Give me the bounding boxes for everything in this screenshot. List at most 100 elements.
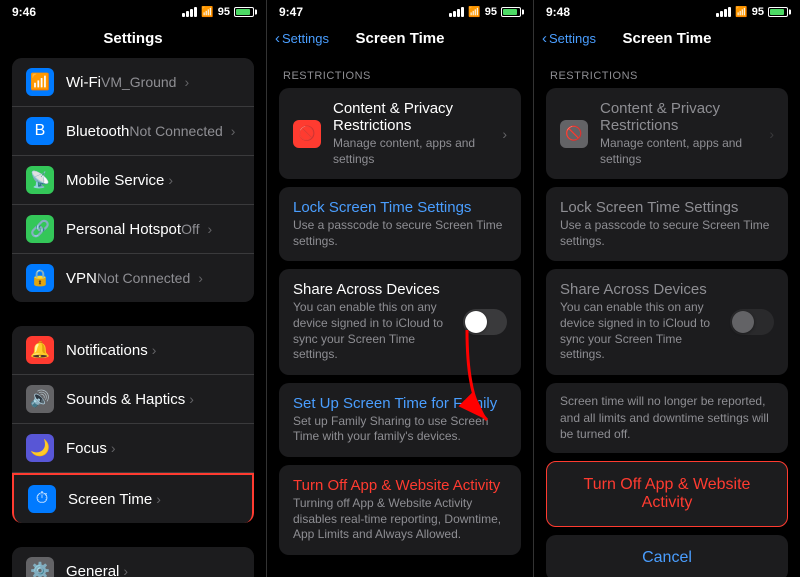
battery-label: 95 [752,6,764,18]
chevron-icon: › [189,391,194,407]
chevron-icon: › [502,126,507,142]
back-chevron-icon: ‹ [275,30,280,47]
share-across-item-2[interactable]: Share Across Devices You can enable this… [279,269,521,374]
family-title-2: Set Up Screen Time for Family [293,395,507,412]
content-privacy-item-2[interactable]: 🚫 Content & Privacy Restrictions Manage … [279,88,521,179]
screen-time-panel-2: 9:47 📶 95 ‹ Settings Screen Time RESTRIC… [266,0,533,577]
vpn-icon-box: 🔒 [26,264,54,292]
bluetooth-label: Bluetooth [66,123,129,140]
toggle-knob [732,311,754,333]
hotspot-value: Off [181,221,199,237]
hotspot-item[interactable]: 🔗 Personal Hotspot Off › [12,205,254,254]
wifi-item[interactable]: 📶 Wi-Fi VM_Ground › [12,58,254,107]
lock-screen-content-2: Lock Screen Time Settings Use a passcode… [293,199,507,249]
hotspot-icon-box: 🔗 [26,215,54,243]
restrictions-card-2: 🚫 Content & Privacy Restrictions Manage … [279,88,521,179]
general-label: General [66,563,119,577]
turnoff-title-2: Turn Off App & Website Activity [293,477,507,494]
battery-label: 95 [485,6,497,18]
mobile-right: › [164,172,173,188]
turnoff-sub-2: Turning off App & Website Activity disab… [293,496,507,543]
restrictions-card-3: 🚫 Content & Privacy Restrictions Manage … [546,88,788,179]
content-privacy-sub-2: Manage content, apps and settings [333,136,494,167]
share-across-sub-3: You can enable this on any device signed… [560,300,722,362]
family-sub-2: Set up Family Sharing to use Screen Time… [293,414,507,445]
lock-screen-item-2[interactable]: Lock Screen Time Settings Use a passcode… [279,187,521,261]
mobile-icon-box: 📡 [26,166,54,194]
wifi-icon: 📶 [468,7,480,18]
hotspot-label: Personal Hotspot [66,221,181,238]
screentime-item[interactable]: ⏱ Screen Time › [12,473,254,523]
screentime-icon-box: ⏱ [28,485,56,513]
signal-icon [182,7,197,17]
share-across-content-2: Share Across Devices You can enable this… [293,281,455,362]
sounds-icon-box: 🔊 [26,385,54,413]
general-card: ⚙️ General › 🎛 Control Centre › ☀️ Displ… [12,547,254,577]
family-item-2[interactable]: Set Up Screen Time for Family Set up Fam… [279,383,521,457]
sounds-label: Sounds & Haptics [66,391,185,408]
time-1: 9:46 [12,5,36,19]
settings-list: 📶 Wi-Fi VM_Ground › B Bluetooth Not Conn… [0,58,266,577]
back-label-3: Settings [549,31,596,46]
confirm-turnoff-label: Turn Off App & Website Activity [584,476,751,511]
confirm-turnoff-button[interactable]: Turn Off App & Website Activity [546,461,788,527]
lock-screen-title-2: Lock Screen Time Settings [293,199,507,216]
chevron-icon: › [123,563,128,577]
notif-right: › [148,342,157,358]
panel1-title: Settings [103,30,162,47]
restrictions-label-2: RESTRICTIONS [279,58,521,88]
chevron-icon: › [168,172,173,188]
vpn-item[interactable]: 🔒 VPN Not Connected › [12,254,254,302]
chevron-icon: › [198,270,203,286]
screentime-label: Screen Time [68,491,152,508]
status-bar-3: 9:48 📶 95 [534,0,800,22]
wifi-right: VM_Ground › [101,74,189,90]
content-privacy-icon-3: 🚫 [560,120,588,148]
content-privacy-content-3: Content & Privacy Restrictions Manage co… [600,100,761,167]
focus-item[interactable]: 🌙 Focus › [12,424,254,473]
share-toggle-3[interactable] [730,309,774,335]
notifications-item[interactable]: 🔔 Notifications › [12,326,254,375]
focus-icon-box: 🌙 [26,434,54,462]
status-bar-2: 9:47 📶 95 [267,0,533,22]
share-toggle-2[interactable] [463,309,507,335]
chevron-icon: › [152,342,157,358]
cancel-button[interactable]: Cancel [546,535,788,577]
lock-screen-sub-2: Use a passcode to secure Screen Time set… [293,218,507,249]
nav-header-3: ‹ Settings Screen Time [534,22,800,58]
settings-panel: 9:46 📶 95 Settings 📶 Wi-Fi VM_Ground [0,0,266,577]
focus-label: Focus [66,440,107,457]
sounds-item[interactable]: 🔊 Sounds & Haptics › [12,375,254,424]
wifi-value: VM_Ground [101,74,176,90]
general-item[interactable]: ⚙️ General › [12,547,254,577]
content-privacy-item-3[interactable]: 🚫 Content & Privacy Restrictions Manage … [546,88,788,179]
turnoff-item-2[interactable]: Turn Off App & Website Activity Turning … [279,465,521,555]
wifi-icon-box: 📶 [26,68,54,96]
mobile-item[interactable]: 📡 Mobile Service › [12,156,254,205]
content-privacy-title-3: Content & Privacy Restrictions [600,100,761,134]
back-button-3[interactable]: ‹ Settings [542,30,596,47]
chevron-icon: › [156,491,161,507]
notif-icon-box: 🔔 [26,336,54,364]
share-across-item-3[interactable]: Share Across Devices You can enable this… [546,269,788,374]
lock-screen-item-3[interactable]: Lock Screen Time Settings Use a passcode… [546,187,788,261]
battery-label: 95 [218,6,230,18]
content-privacy-title-2: Content & Privacy Restrictions [333,100,494,134]
back-button-2[interactable]: ‹ Settings [275,30,329,47]
notif-label: Notifications [66,342,148,359]
signal-icon [449,7,464,17]
family-card-2: Set Up Screen Time for Family Set up Fam… [279,383,521,457]
lock-screen-title-3: Lock Screen Time Settings [560,199,774,216]
section-general: ⚙️ General › 🎛 Control Centre › ☀️ Displ… [0,547,266,577]
restrictions-label-3: RESTRICTIONS [546,58,788,88]
chevron-icon: › [208,221,213,237]
vpn-value: Not Connected [97,270,190,286]
wifi-icon: 📶 [201,7,213,18]
screentime-right: › [152,491,161,507]
lock-screen-sub-3: Use a passcode to secure Screen Time set… [560,218,774,249]
hotspot-right: Off › [181,221,212,237]
focus-right: › [107,440,116,456]
nav-header-1: Settings [0,22,266,58]
panel2-title: Screen Time [356,30,445,47]
bluetooth-item[interactable]: B Bluetooth Not Connected › [12,107,254,156]
